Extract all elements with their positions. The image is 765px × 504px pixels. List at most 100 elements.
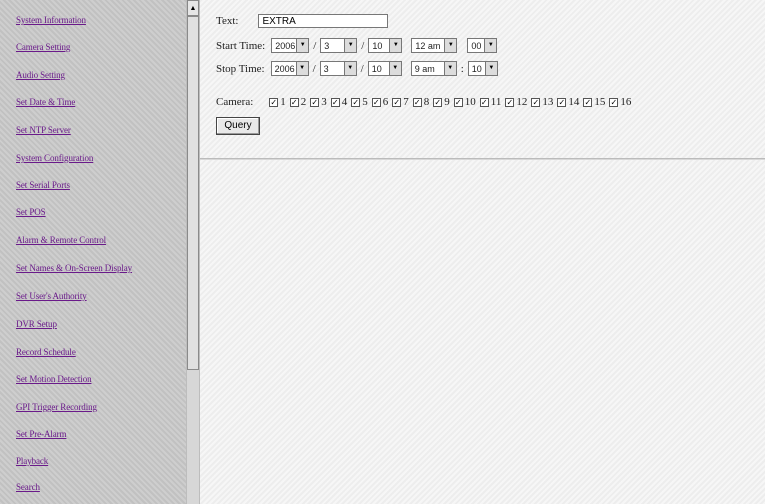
checkmark-icon[interactable]: ✓	[310, 97, 320, 107]
checkmark-icon[interactable]: ✓	[531, 97, 541, 107]
start-hour-select[interactable]: 12 am ▼	[411, 38, 458, 53]
camera-checkbox-item[interactable]: ✓ 16	[609, 96, 631, 108]
sidebar-item-set-serial-ports[interactable]: Set Serial Ports	[16, 180, 70, 190]
checkmark-icon[interactable]: ✓	[557, 97, 567, 107]
camera-checkbox-item[interactable]: ✓ 1	[269, 96, 286, 108]
checkmark-icon[interactable]: ✓	[351, 97, 361, 107]
sidebar-item-camera-setting[interactable]: Camera Setting	[16, 42, 70, 52]
camera-number-label: 3	[321, 96, 327, 108]
camera-checkbox-item[interactable]: ✓ 11	[479, 96, 501, 108]
stop-time-label: Stop Time:	[216, 62, 265, 75]
sidebar-nav: System Information Camera Setting Audio …	[0, 0, 186, 504]
divider	[200, 158, 765, 160]
sidebar-item-alarm-remote-control[interactable]: Alarm & Remote Control	[16, 235, 106, 245]
dropdown-arrow-icon: ▼	[295, 62, 308, 75]
sidebar-item-dvr-setup[interactable]: DVR Setup	[16, 319, 57, 329]
start-minute-select[interactable]: 00 ▼	[467, 38, 498, 53]
camera-number-label: 8	[423, 96, 430, 108]
stop-year-select[interactable]: 2006 ▼	[270, 61, 309, 76]
stop-day-select[interactable]: 10 ▼	[367, 61, 402, 76]
time-separator: :	[460, 62, 464, 75]
checkmark-icon[interactable]: ✓	[583, 97, 593, 107]
camera-checkbox-item[interactable]: ✓ 6	[371, 96, 389, 108]
camera-number-label: 4	[341, 96, 348, 108]
dropdown-arrow-icon: ▼	[484, 39, 497, 52]
checkmark-icon[interactable]: ✓	[433, 97, 443, 107]
dropdown-arrow-icon: ▼	[343, 62, 356, 75]
scroll-thumb[interactable]	[187, 16, 199, 370]
sidebar-item-search[interactable]: Search	[16, 482, 40, 492]
stop-minute-select[interactable]: 10 ▼	[467, 61, 498, 76]
start-year-select[interactable]: 2006 ▼	[271, 38, 310, 53]
date-separator: /	[313, 39, 317, 52]
text-row: Text:	[216, 14, 389, 28]
camera-checkbox-item[interactable]: ✓ 10	[453, 96, 476, 108]
sidebar-item-set-ntp-server[interactable]: Set NTP Server	[16, 125, 71, 135]
dropdown-arrow-icon: ▼	[296, 39, 309, 52]
camera-checkbox-item[interactable]: ✓ 7	[392, 96, 409, 108]
camera-number-label: 15	[594, 96, 606, 108]
sidebar-item-system-information[interactable]: System Information	[16, 15, 86, 25]
dropdown-arrow-icon: ▼	[344, 39, 357, 52]
start-day-select[interactable]: 10 ▼	[368, 38, 403, 53]
checkmark-icon[interactable]: ✓	[609, 97, 619, 107]
camera-number-label: 7	[403, 96, 409, 108]
sidebar-item-set-users-authority[interactable]: Set User's Authority	[16, 291, 87, 301]
camera-checkbox-item[interactable]: ✓ 5	[351, 96, 368, 108]
sidebar-item-system-configuration[interactable]: System Configuration	[16, 153, 93, 163]
camera-checkbox-item[interactable]: ✓ 9	[433, 96, 450, 108]
date-separator: /	[312, 62, 316, 75]
camera-number-label: 6	[382, 96, 389, 108]
sidebar-item-set-pos[interactable]: Set POS	[16, 207, 46, 217]
checkmark-icon[interactable]: ✓	[371, 97, 381, 107]
dropdown-arrow-icon: ▼	[389, 39, 402, 52]
checkmark-icon[interactable]: ✓	[289, 97, 299, 107]
camera-checkbox-list: ✓ 1 ✓ 2 ✓ 3 ✓ 4 ✓ 5 ✓ 6 ✓ 7 ✓ 8 ✓ 9 ✓ 10 ✓ 11 ✓ 12 ✓ 13 ✓ 14 ✓ 15 ✓ 16	[269, 96, 635, 108]
checkmark-icon[interactable]: ✓	[392, 97, 402, 107]
sidebar-item-audio-setting[interactable]: Audio Setting	[16, 70, 65, 80]
query-button[interactable]: Query	[216, 117, 260, 135]
stop-month-select[interactable]: 3 ▼	[319, 61, 357, 76]
date-separator: /	[361, 39, 365, 52]
sidebar-item-set-names-osd[interactable]: Set Names & On-Screen Display	[16, 263, 132, 273]
camera-checkbox-item[interactable]: ✓ 8	[412, 96, 430, 108]
dropdown-arrow-icon: ▼	[484, 62, 497, 75]
sidebar-item-set-pre-alarm[interactable]: Set Pre-Alarm	[16, 429, 67, 439]
camera-checkbox-item[interactable]: ✓ 13	[531, 96, 553, 108]
checkmark-icon[interactable]: ✓	[330, 97, 340, 107]
camera-number-label: 10	[464, 96, 476, 108]
checkmark-icon[interactable]: ✓	[412, 97, 422, 107]
checkmark-icon[interactable]: ✓	[505, 97, 515, 107]
checkmark-icon[interactable]: ✓	[479, 97, 489, 107]
sidebar-item-set-date-time[interactable]: Set Date & Time	[16, 97, 75, 107]
text-label: Text:	[216, 15, 239, 27]
sidebar-item-record-schedule[interactable]: Record Schedule	[16, 347, 76, 357]
sidebar-item-gpi-trigger-recording[interactable]: GPI Trigger Recording	[16, 402, 97, 412]
start-month-select[interactable]: 3 ▼	[320, 38, 358, 53]
camera-number-label: 12	[516, 96, 528, 108]
camera-number-label: 16	[620, 96, 632, 108]
camera-row: Camera: ✓ 1 ✓ 2 ✓ 3 ✓ 4 ✓ 5 ✓ 6 ✓ 7 ✓ 8 ✓ 9 ✓ 10 ✓ 11 ✓ 12 ✓ 13 ✓ 1…	[216, 96, 635, 108]
camera-checkbox-item[interactable]: ✓ 15	[583, 96, 605, 108]
text-search-input[interactable]	[258, 14, 389, 28]
start-time-label: Start Time:	[216, 39, 266, 52]
sidebar-scrollbar[interactable]: ▲	[186, 0, 200, 504]
camera-number-label: 5	[362, 96, 368, 108]
checkmark-icon[interactable]: ✓	[269, 97, 279, 107]
camera-number-label: 14	[568, 96, 580, 108]
camera-checkbox-item[interactable]: ✓ 12	[505, 96, 527, 108]
stop-hour-select[interactable]: 9 am ▼	[410, 61, 457, 76]
camera-label: Camera:	[216, 96, 254, 108]
camera-number-label: 1	[280, 96, 286, 108]
camera-number-label: 13	[542, 96, 554, 108]
sidebar-item-set-motion-detection[interactable]: Set Motion Detection	[16, 374, 92, 384]
camera-checkbox-item[interactable]: ✓ 14	[557, 96, 579, 108]
scroll-up-arrow-icon[interactable]: ▲	[187, 0, 199, 16]
sidebar-item-playback[interactable]: Playback	[16, 456, 48, 466]
camera-checkbox-item[interactable]: ✓ 3	[310, 96, 327, 108]
search-panel: Text: Start Time: 2006▼ / 3▼ / 10▼ 12 am…	[200, 0, 765, 504]
start-time-row: Start Time: 2006 ▼ / 3 ▼ / 10 ▼ 12 am ▼ 00 ▼	[216, 38, 498, 53]
checkmark-icon[interactable]: ✓	[453, 97, 463, 107]
camera-checkbox-item[interactable]: ✓ 4	[330, 96, 348, 108]
camera-checkbox-item[interactable]: ✓ 2	[289, 96, 306, 108]
